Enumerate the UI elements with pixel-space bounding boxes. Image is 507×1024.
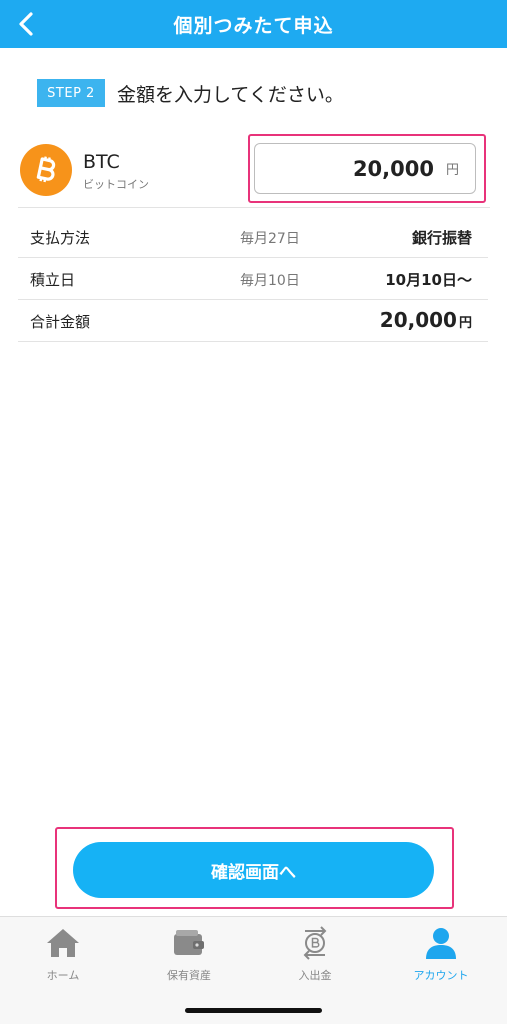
total-amount-unit: 円 [458, 316, 472, 331]
confirm-button[interactable]: 確認画面へ [73, 842, 434, 898]
wallet-icon [170, 925, 208, 961]
amount-input[interactable]: 20,000 円 [254, 143, 476, 194]
coin-name: ビットコイン [83, 178, 149, 191]
accumulation-date-row: 積立日 毎月10日 10月10日〜 [18, 258, 488, 300]
tab-deposit-withdraw[interactable]: 入出金 [252, 925, 378, 989]
tab-account-label: アカウント [413, 969, 469, 982]
coin-symbol: BTC [83, 151, 120, 173]
home-indicator [185, 1008, 322, 1013]
accumulation-start-date: 10月10日〜 [385, 271, 472, 289]
accumulation-date-label: 積立日 [30, 271, 76, 289]
payment-date: 毎月27日 [240, 231, 300, 247]
step-instruction: 金額を入力してください。 [117, 83, 344, 106]
bitcoin-icon [20, 144, 72, 196]
tab-assets[interactable]: 保有資産 [126, 925, 252, 989]
accumulation-day: 毎月10日 [240, 273, 300, 289]
payment-method-label: 支払方法 [30, 229, 91, 247]
header-bar: 個別つみたて申込 [0, 0, 507, 48]
payment-method-row: 支払方法 毎月27日 銀行振替 [18, 216, 488, 258]
detail-table: 支払方法 毎月27日 銀行振替 積立日 毎月10日 10月10日〜 合計金額 2… [18, 216, 488, 342]
total-amount-label: 合計金額 [30, 313, 91, 331]
tab-home-label: ホーム [46, 969, 80, 982]
payment-method-value: 銀行振替 [411, 229, 472, 247]
home-icon [44, 925, 82, 961]
tab-assets-label: 保有資産 [167, 969, 211, 982]
bitcoin-glyph-icon [36, 156, 56, 183]
tab-home[interactable]: ホーム [0, 925, 126, 989]
total-amount-value: 20,000 円 [380, 308, 472, 332]
chevron-left-icon [19, 12, 33, 36]
back-button[interactable] [8, 6, 44, 42]
total-amount-number: 20,000 [379, 308, 457, 332]
total-amount-row: 合計金額 20,000 円 [18, 300, 488, 342]
amount-unit: 円 [445, 163, 459, 178]
step-row: STEP 2 金額を入力してください。 [37, 78, 344, 108]
amount-value: 20,000 [352, 156, 434, 181]
tab-deposit-withdraw-label: 入出金 [298, 969, 332, 982]
deposit-withdraw-icon [296, 925, 334, 961]
account-icon [422, 925, 460, 961]
page-title: 個別つみたて申込 [173, 14, 334, 37]
step-badge: STEP 2 [37, 79, 105, 107]
tab-account[interactable]: アカウント [378, 925, 504, 989]
